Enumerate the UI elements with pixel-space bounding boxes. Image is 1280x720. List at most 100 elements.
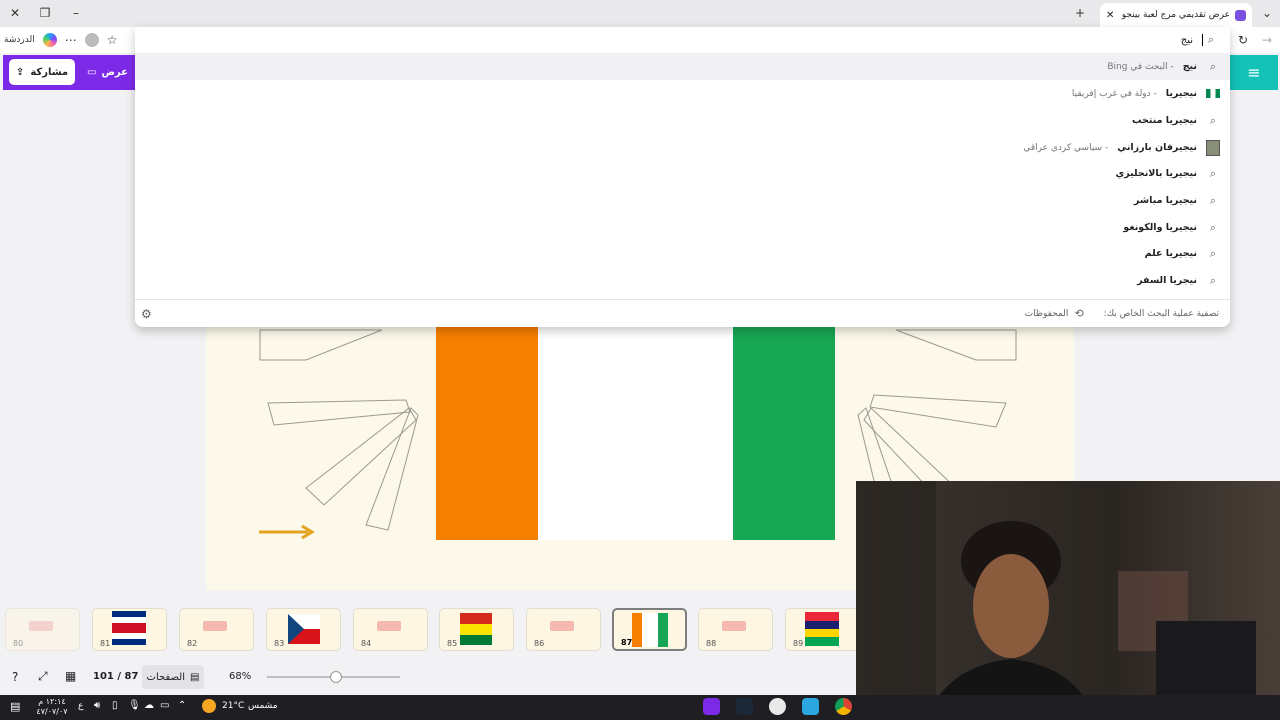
zoom-slider-handle[interactable]	[330, 671, 342, 683]
text-caret	[1202, 34, 1203, 46]
grid-view-icon[interactable]: ▦	[65, 669, 76, 683]
omnibox-query[interactable]: نيج	[1181, 35, 1193, 46]
tray-chevron-icon[interactable]: ⌃	[178, 700, 186, 711]
restore-window-icon[interactable]: ❐	[34, 2, 56, 24]
toolbar-left-group: الدردشة ⋯ ☆	[4, 29, 117, 51]
search-icon: ⌕	[1207, 33, 1215, 46]
app-icon-chrome[interactable]	[835, 698, 852, 715]
clock[interactable]: ١٢:١٤ م ٤٧/٠٧/٠٧	[34, 697, 70, 717]
thumbnail-page[interactable]: 80	[5, 608, 80, 651]
share-button[interactable]: مشاركة ⇪	[9, 59, 75, 85]
suggestion-item[interactable]: ⌕ نيجيريا منتخب	[135, 107, 1230, 134]
thumbnail-page[interactable]: 86	[526, 608, 601, 651]
suggestion-item[interactable]: ⌕ نيجريا السفر	[135, 267, 1230, 294]
webcam-overlay	[856, 481, 1280, 720]
suggestion-item[interactable]: ⌕ نيجيريا بالانجليزي	[135, 160, 1230, 187]
suggestion-person[interactable]: نيجيرفان بارزاني - سياسي كردي عراقي	[135, 134, 1230, 161]
network-icon[interactable]: ▭	[160, 700, 169, 711]
czech-flag-icon	[288, 614, 320, 644]
tab-list-chevron-icon[interactable]: ⌄	[1256, 2, 1278, 24]
search-icon: ⌕	[1209, 246, 1217, 260]
suggestion-title: نيجيريا والكونغو	[1123, 222, 1197, 233]
clock-date: ٤٧/٠٧/٠٧	[36, 707, 68, 716]
thumbnail-page-current[interactable]: 87	[612, 608, 687, 651]
thumbnail-page[interactable]: 85	[439, 608, 514, 651]
weather-temp[interactable]: 21°C	[222, 701, 244, 711]
app-icon-obs[interactable]	[769, 698, 786, 715]
input-language[interactable]: ع	[78, 701, 83, 711]
search-icon: ⌕	[1209, 273, 1217, 287]
app-icon-canva[interactable]	[703, 698, 720, 715]
suggestion-bing-search[interactable]: ⌕ نيج - البحث في Bing	[135, 53, 1230, 80]
battery-icon[interactable]: ▯	[112, 700, 118, 711]
refresh-icon[interactable]: ↻	[1232, 29, 1254, 51]
suggestion-item[interactable]: ⌕ نيجيريا علم	[135, 240, 1230, 267]
pages-button[interactable]: ▤ الصفحات	[142, 665, 204, 689]
suggestion-title: نيجيريا مباشر	[1133, 195, 1197, 206]
search-icon: ⌕	[1209, 59, 1217, 73]
suggestion-item[interactable]: ⌕ نيجيريا والكونغو	[135, 214, 1230, 241]
suggestion-title: نيجريا السفر	[1137, 275, 1197, 286]
settings-gear-icon[interactable]: ⚙	[141, 307, 152, 321]
search-icon: ⌕	[1209, 193, 1217, 207]
chat-label[interactable]: الدردشة	[4, 35, 35, 45]
menu-hamburger-icon[interactable]: ≡	[1230, 55, 1278, 90]
cote-divoire-flag-icon	[632, 613, 668, 647]
filter-label: تصفية عملية البحث الخاص بك:	[1103, 308, 1219, 319]
app-icon-edge[interactable]	[802, 698, 819, 715]
flag-orange-band	[436, 300, 538, 540]
flag-white-band	[538, 300, 733, 540]
pages-label: الصفحات	[146, 671, 186, 683]
suggestion-title: نيجيريا منتخب	[1131, 115, 1197, 126]
present-button[interactable]: عرض ▭	[80, 59, 135, 85]
omnibox-dropdown: ⌕ نيج ⌕ نيج - البحث في Bing نيجيريا - دو…	[135, 27, 1230, 327]
next-arrow-icon[interactable]	[259, 524, 315, 540]
minimize-window-icon[interactable]: –	[65, 2, 87, 24]
suggestion-subtitle: - البحث في Bing	[1107, 61, 1174, 72]
tab-title: عرض تقديمي مرج لعبة بينجو عربي	[1119, 10, 1230, 20]
copilot-icon[interactable]	[42, 33, 57, 47]
tab-active[interactable]: عرض تقديمي مرج لعبة بينجو عربي ✕	[1100, 3, 1252, 27]
present-screen-icon: ▭	[87, 66, 97, 78]
favorites-star-icon[interactable]: ☆	[107, 33, 118, 47]
more-options-icon[interactable]: ⋯	[65, 33, 77, 47]
fullscreen-icon[interactable]: ⤢	[38, 669, 48, 684]
nigeria-flag-icon	[1206, 87, 1220, 101]
close-tab-icon[interactable]: ✕	[1106, 10, 1114, 21]
search-icon: ⌕	[1209, 166, 1217, 180]
thumbnail-page[interactable]: 88	[698, 608, 773, 651]
share-label: مشاركة	[30, 66, 69, 78]
zoom-slider[interactable]	[267, 671, 400, 683]
thumbnail-page[interactable]: 83	[266, 608, 341, 651]
history-link[interactable]: المحفوظات	[1025, 309, 1069, 319]
help-icon[interactable]: ?	[12, 670, 18, 684]
profile-avatar[interactable]	[84, 33, 99, 47]
present-label: عرض	[101, 66, 128, 78]
search-icon: ⌕	[1209, 113, 1217, 127]
microphone-icon[interactable]: 🎙︎	[128, 700, 141, 711]
share-upload-icon: ⇪	[15, 66, 25, 78]
suggestion-nigeria[interactable]: نيجيريا - دولة في غرب إفريقيا	[135, 80, 1230, 107]
weather-sun-icon	[202, 699, 216, 713]
new-tab-icon[interactable]: +	[1069, 2, 1091, 24]
suggestion-title: نيجيريا	[1165, 88, 1197, 99]
flag-green-band	[733, 300, 835, 540]
thumbnail-page[interactable]: 81	[92, 608, 167, 651]
thumbnail-page[interactable]: 84	[353, 608, 428, 651]
thumbnail-page[interactable]: 82	[179, 608, 254, 651]
mauritius-flag-icon	[805, 612, 839, 646]
thumbnail-page[interactable]: 89	[785, 608, 860, 651]
suggestion-item[interactable]: ⌕ نيجيريا مباشر	[135, 187, 1230, 214]
weather-label[interactable]: مشمس	[248, 701, 278, 711]
app-icon-steam[interactable]	[736, 698, 753, 715]
history-icon[interactable]: ⟲	[1074, 307, 1083, 320]
omnibox-input-row[interactable]: ⌕ نيج	[135, 27, 1230, 53]
volume-icon[interactable]: 🔊︎	[94, 700, 100, 711]
notification-icon[interactable]: ▤	[10, 700, 20, 713]
suggestion-title: نيجيريا علم	[1144, 248, 1197, 259]
suggestion-footer: تصفية عملية البحث الخاص بك: ⟲ المحفوظات …	[135, 299, 1230, 327]
close-window-icon[interactable]: ✕	[4, 2, 26, 24]
onedrive-icon[interactable]: ☁	[144, 700, 154, 711]
forward-icon[interactable]: →	[1256, 29, 1278, 51]
page-thumbnails: 80 81 82 83 84 85 86 87 88 89	[0, 602, 860, 660]
